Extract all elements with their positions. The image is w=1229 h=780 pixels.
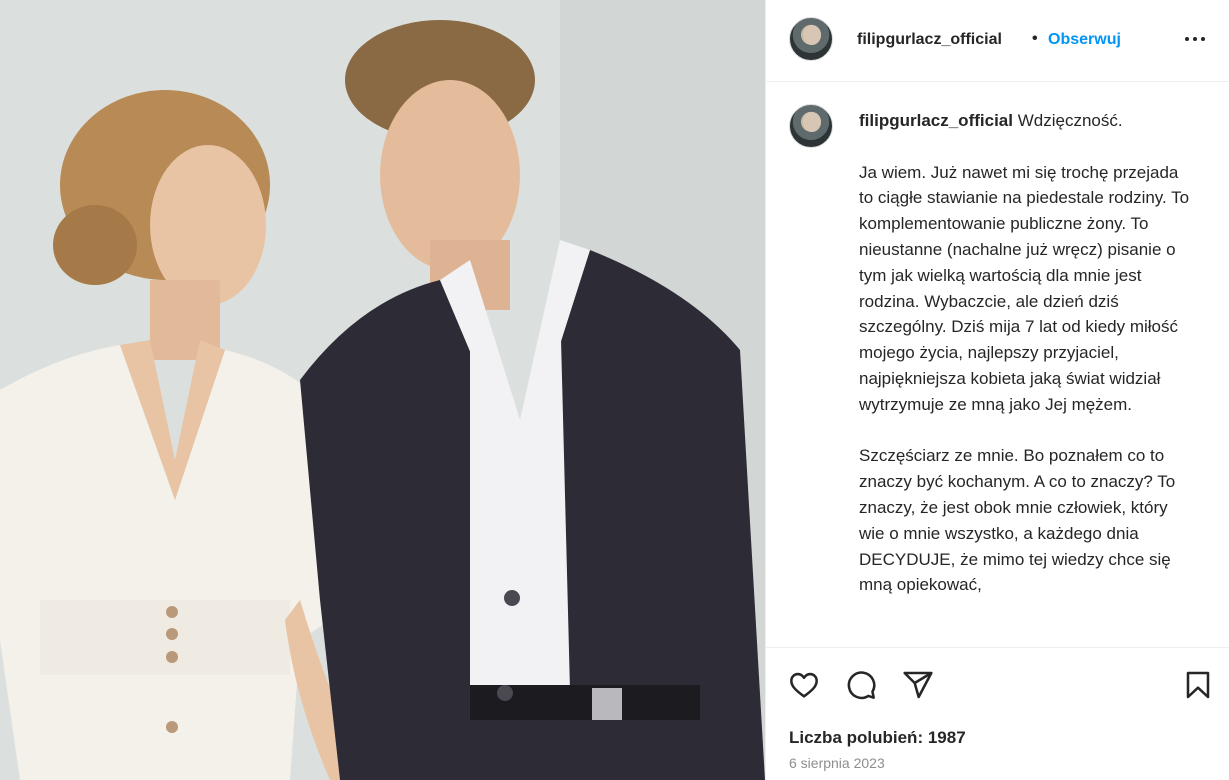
post-actions: Liczba polubień: 1987 6 sierpnia 2023 [766,647,1229,780]
post-date[interactable]: 6 sierpnia 2023 [789,755,885,771]
post-sidebar: filipgurlacz_official • Obserwuj filipgu… [765,0,1229,780]
more-dot [1193,37,1197,41]
caption-paragraph-2: Szczęściarz ze mnie. Bo poznałem co to z… [859,446,1176,595]
caption-paragraph-1: Ja wiem. Już nawet mi się trochę przejad… [859,162,1190,414]
caption-title: Wdzięczność. [1017,111,1123,130]
bookmark-icon[interactable] [1180,667,1216,703]
caption-avatar[interactable] [789,104,833,148]
heart-icon[interactable] [786,667,822,703]
caption-username[interactable]: filipgurlacz_official [859,111,1013,130]
more-dot [1185,37,1189,41]
separator-dot: • [1032,30,1038,47]
post-photo[interactable] [0,0,765,780]
avatar[interactable] [789,17,833,61]
header-username[interactable]: filipgurlacz_official [857,31,1002,49]
more-options-icon[interactable] [1180,24,1210,54]
comment-icon[interactable] [843,667,879,703]
caption-text: filipgurlacz_official Wdzięczność. Ja wi… [859,108,1194,598]
follow-button[interactable]: Obserwuj [1048,31,1121,49]
post-photo-illustration [0,0,765,780]
send-icon[interactable] [900,667,936,703]
more-dot [1201,37,1205,41]
post-header: filipgurlacz_official • Obserwuj [766,0,1229,82]
caption-scroll-area[interactable]: filipgurlacz_official Wdzięczność. Ja wi… [766,82,1229,647]
likes-count[interactable]: Liczba polubień: 1987 [789,728,966,748]
